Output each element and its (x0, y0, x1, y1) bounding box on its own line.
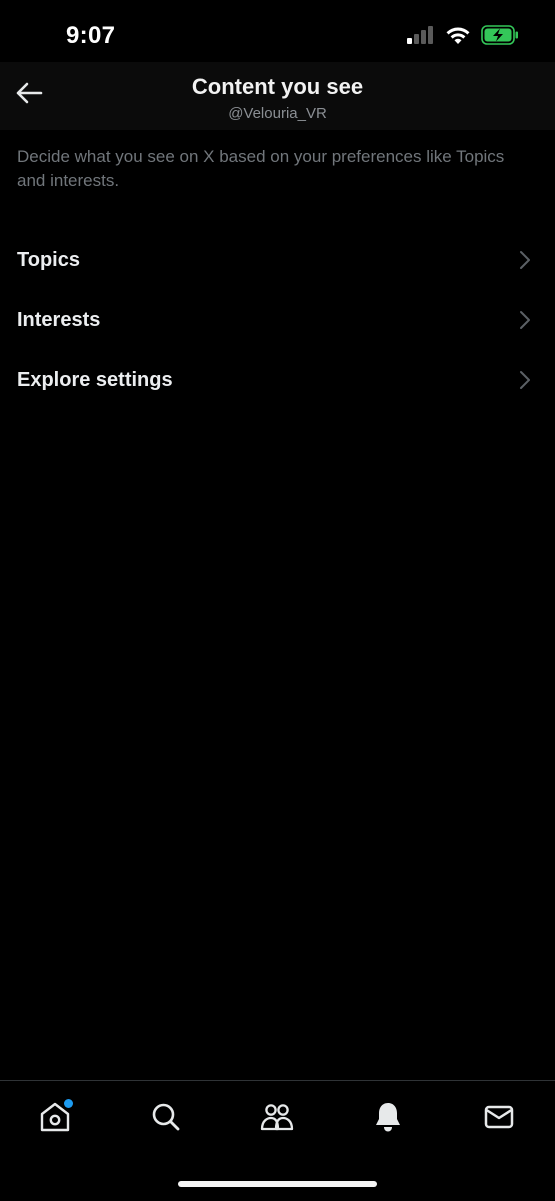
menu-item-explore-settings[interactable]: Explore settings (0, 350, 555, 410)
wifi-icon (445, 25, 471, 50)
status-icons (407, 25, 519, 50)
tab-notifications[interactable] (368, 1099, 408, 1139)
tab-messages[interactable] (479, 1099, 519, 1139)
battery-charging-icon (481, 25, 519, 50)
chevron-right-icon (519, 370, 531, 390)
tab-communities[interactable] (257, 1099, 297, 1139)
status-bar: 9:07 (0, 0, 555, 62)
cellular-signal-icon (407, 26, 435, 49)
mail-icon (483, 1102, 515, 1137)
status-time: 9:07 (66, 22, 116, 49)
menu-item-label: Topics (17, 248, 80, 271)
menu-item-topics[interactable]: Topics (0, 230, 555, 290)
communities-icon (259, 1100, 295, 1139)
menu-item-label: Explore settings (17, 368, 173, 391)
menu-item-label: Interests (17, 308, 101, 331)
page-title: Content you see (191, 74, 364, 99)
tab-search[interactable] (146, 1099, 186, 1139)
search-icon (150, 1101, 182, 1138)
nav-header: Content you see @Velouria_VR (0, 62, 555, 130)
settings-menu: Topics Interests Explore settings (0, 230, 555, 410)
home-indicator[interactable] (178, 1181, 377, 1187)
tab-home[interactable] (35, 1099, 75, 1139)
chevron-right-icon (519, 310, 531, 330)
page-description: Decide what you see on X based on your p… (17, 147, 505, 190)
chevron-right-icon (519, 250, 531, 270)
unread-dot (64, 1099, 73, 1108)
bell-icon (372, 1100, 404, 1139)
account-handle: @Velouria_VR (228, 105, 327, 122)
menu-item-interests[interactable]: Interests (0, 290, 555, 350)
